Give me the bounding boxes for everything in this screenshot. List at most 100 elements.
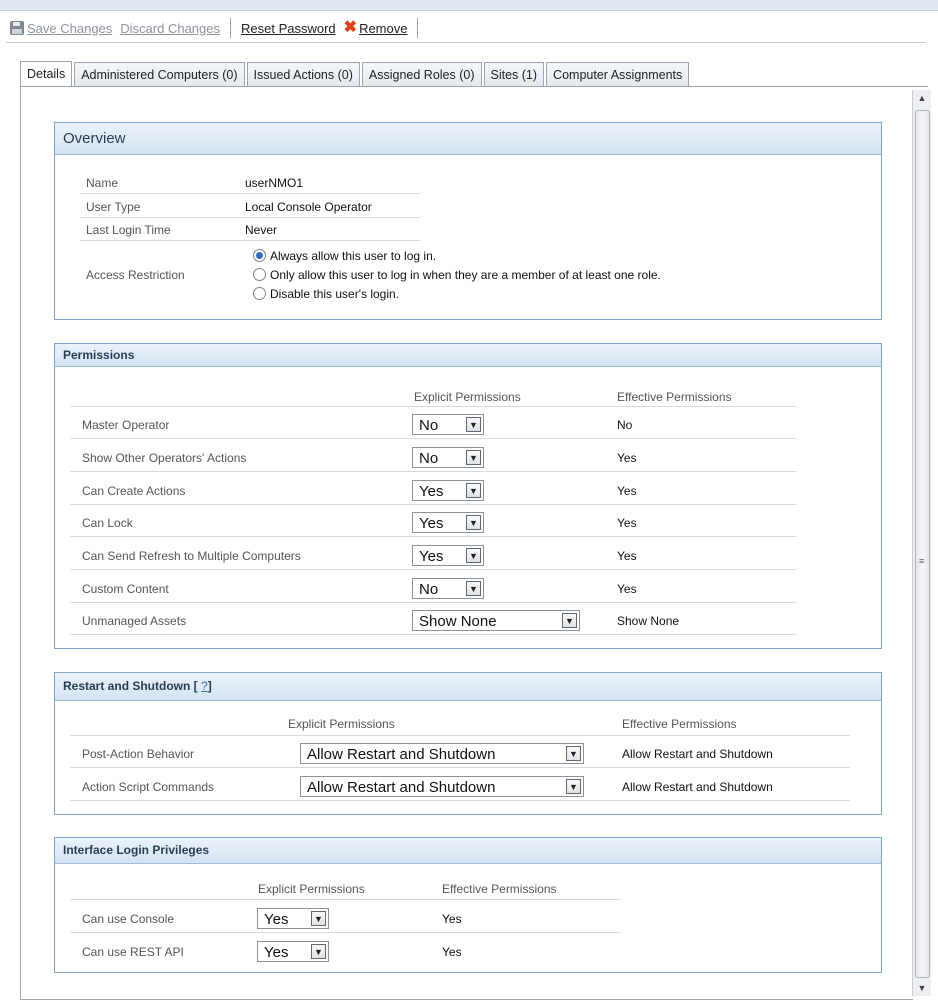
access-option-label: Always allow this user to log in. (270, 249, 437, 263)
toolbar-bottom-border (6, 42, 926, 43)
divider (80, 240, 420, 241)
interface-effective: Yes (442, 945, 462, 959)
interface-effective: Yes (442, 912, 462, 926)
can-create-actions-select[interactable]: Yes ▼ (412, 480, 484, 501)
restart-effective-header: Effective Permissions (622, 717, 737, 731)
permissions-effective-header: Effective Permissions (617, 390, 732, 404)
can-send-refresh-select[interactable]: Yes ▼ (412, 545, 484, 566)
help-link[interactable]: ? (201, 679, 208, 693)
divider (70, 536, 796, 537)
remove-button[interactable]: ✖ Remove (340, 17, 412, 39)
divider (70, 471, 796, 472)
chevron-down-icon: ▼ (466, 548, 481, 563)
access-restriction-label: Access Restriction (86, 268, 185, 282)
restart-title-text: Restart and Shutdown [ (63, 679, 198, 693)
tab-computer-assignments[interactable]: Computer Assignments (546, 62, 690, 87)
chevron-down-icon: ▼ (311, 944, 326, 959)
tab-administered-computers[interactable]: Administered Computers (0) (74, 62, 245, 87)
red-x-icon: ✖ (343, 19, 358, 36)
post-action-behavior-select[interactable]: Allow Restart and Shutdown ▼ (300, 743, 584, 764)
tab-issued-actions[interactable]: Issued Actions (0) (246, 62, 360, 87)
interface-effective-header: Effective Permissions (442, 882, 557, 896)
permissions-explicit-header: Explicit Permissions (414, 390, 521, 404)
custom-content-select[interactable]: No ▼ (412, 578, 484, 599)
can-use-console-select[interactable]: Yes ▼ (257, 908, 329, 929)
permissions-title: Permissions (55, 344, 881, 367)
tab-sites[interactable]: Sites (1) (483, 62, 545, 87)
divider (70, 504, 796, 505)
select-value: Show None (419, 613, 497, 630)
master-operator-select[interactable]: No ▼ (412, 414, 484, 435)
perm-effective: Yes (617, 484, 637, 498)
access-option-disable[interactable]: Disable this user's login. (253, 287, 399, 301)
reset-password-button[interactable]: Reset Password (237, 17, 340, 39)
name-value: userNMO1 (245, 176, 304, 190)
interface-label: Can use REST API (82, 945, 184, 959)
chevron-down-icon: ▼ (466, 450, 481, 465)
scrollbar-thumb[interactable]: ≡ (915, 110, 930, 978)
select-value: Yes (264, 911, 289, 928)
access-option-label: Only allow this user to log in when they… (270, 268, 661, 282)
reset-password-label: Reset Password (241, 20, 336, 36)
tab-assigned-roles[interactable]: Assigned Roles (0) (361, 62, 482, 87)
restart-effective: Allow Restart and Shutdown (622, 780, 773, 794)
radio-icon[interactable] (253, 268, 266, 281)
last-login-label: Last Login Time (86, 223, 171, 237)
perm-effective: Yes (617, 516, 637, 530)
perm-effective: No (617, 418, 633, 432)
toolbar-separator (417, 18, 419, 38)
chevron-down-icon: ▼ (311, 911, 326, 926)
access-option-always[interactable]: Always allow this user to log in. (253, 249, 436, 263)
can-lock-select[interactable]: Yes ▼ (412, 512, 484, 533)
select-value: No (419, 450, 439, 467)
divider (70, 438, 796, 439)
toolbar-separator (230, 18, 231, 38)
last-login-value: Never (245, 223, 278, 237)
discard-changes-button[interactable]: Discard Changes (116, 17, 224, 39)
scroll-up-arrow-icon[interactable]: ▲ (913, 90, 931, 106)
show-other-actions-select[interactable]: No ▼ (412, 447, 484, 468)
perm-label: Can Create Actions (82, 484, 186, 498)
divider (70, 767, 850, 768)
can-use-rest-api-select[interactable]: Yes ▼ (257, 941, 329, 962)
vertical-scrollbar[interactable]: ▲ ≡ ▼ (912, 90, 931, 996)
access-option-role-member[interactable]: Only allow this user to log in when they… (253, 268, 661, 282)
radio-selected-icon[interactable] (253, 249, 266, 262)
divider (70, 569, 796, 570)
overview-title: Overview (55, 123, 881, 155)
restart-label: Action Script Commands (82, 780, 215, 794)
chevron-down-icon: ▼ (466, 581, 481, 596)
restart-shutdown-title: Restart and Shutdown [ ?] (55, 673, 881, 701)
divider (70, 899, 620, 900)
perm-label: Can Send Refresh to Multiple Computers (82, 549, 301, 563)
perm-effective: Yes (617, 582, 637, 596)
perm-label: Can Lock (82, 516, 133, 530)
perm-label: Unmanaged Assets (82, 614, 187, 628)
toolbar: Save Changes Discard Changes Reset Passw… (6, 14, 466, 42)
divider (70, 932, 620, 933)
tab-details[interactable]: Details (20, 61, 73, 88)
chevron-down-icon: ▼ (466, 417, 481, 432)
chevron-down-icon: ▼ (562, 613, 577, 628)
radio-icon[interactable] (253, 287, 266, 300)
divider (70, 634, 796, 635)
save-changes-button[interactable]: Save Changes (6, 17, 116, 39)
divider (70, 800, 850, 801)
divider (70, 406, 796, 407)
perm-effective: Show None (617, 614, 680, 628)
remove-label: Remove (359, 20, 408, 36)
select-value: Yes (419, 483, 444, 500)
select-value: No (419, 417, 439, 434)
interface-label: Can use Console (82, 912, 175, 926)
interface-explicit-header: Explicit Permissions (258, 882, 365, 896)
perm-label: Custom Content (82, 582, 169, 596)
divider (70, 602, 796, 603)
unmanaged-assets-select[interactable]: Show None ▼ (412, 610, 580, 631)
select-value: Yes (419, 548, 444, 565)
perm-effective: Yes (617, 451, 637, 465)
chevron-down-icon: ▼ (566, 779, 581, 794)
action-script-commands-select[interactable]: Allow Restart and Shutdown ▼ (300, 776, 584, 797)
scroll-down-arrow-icon[interactable]: ▼ (913, 980, 931, 996)
access-option-label: Disable this user's login. (270, 287, 400, 301)
tab-bar: Details Administered Computers (0) Issue… (20, 61, 691, 88)
